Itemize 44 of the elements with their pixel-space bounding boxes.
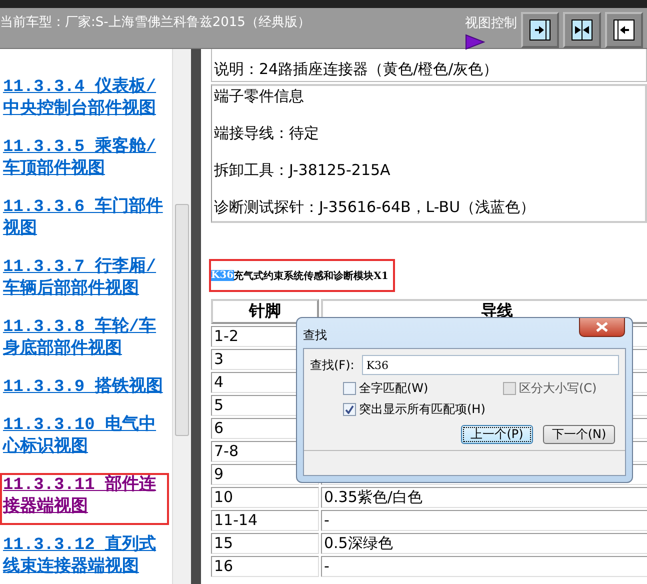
sidebar-link[interactable]: 11.3.3.7 行李厢/车辆后部部件视图 <box>0 255 169 307</box>
sidebar-link[interactable]: 11.3.3.11 部件连接器端视图 <box>0 473 169 525</box>
triangle-icon <box>465 34 485 50</box>
sidebar-link[interactable]: 11.3.3.4 仪表板/中央控制台部件视图 <box>0 75 169 127</box>
option-checkbox[interactable]: 突出显示所有匹配项(H) <box>343 401 503 418</box>
view-control-label: 视图控制 <box>465 15 517 32</box>
sidebar-link[interactable]: 11.3.3.9 搭铁视图 <box>0 375 169 405</box>
sidebar-link[interactable]: 11.3.3.5 乘客舱/车顶部件视图 <box>0 135 169 187</box>
sidebar-link[interactable]: 11.3.3.8 车轮/车身底部部件视图 <box>0 315 169 367</box>
option-checkbox[interactable]: 全字匹配(W) <box>343 380 503 397</box>
sidebar-link[interactable]: 11.3.3.12 直列式线束连接器端视图 <box>0 533 169 584</box>
arrow-right-icon <box>529 19 551 41</box>
arrow-left-icon <box>613 19 635 41</box>
sidebar-link[interactable]: 11.3.3.6 车门部件视图 <box>0 195 169 247</box>
check-icon <box>345 405 354 414</box>
view-toggle-button[interactable] <box>521 12 559 48</box>
view-toggle-button[interactable] <box>563 12 601 48</box>
find-input[interactable]: K36 <box>362 355 619 375</box>
info-line: 拆卸工具：J-38125-215A <box>214 160 392 180</box>
view-toggle-button[interactable] <box>605 12 643 48</box>
info-line: 诊断测试探针：J-35616-64B，L-BU（浅蓝色） <box>214 197 536 217</box>
table-cell: 15 <box>211 533 319 554</box>
close-icon <box>596 322 608 332</box>
info-line: 端接导线：待定 <box>214 123 320 143</box>
table-cell: 10 <box>211 487 319 508</box>
info-line: 端子零件信息 <box>214 86 305 106</box>
table-cell: 0.35紫色/白色 <box>321 487 647 508</box>
description-text: 说明：24路插座连接器（黄色/橙色/灰色） <box>214 59 500 79</box>
dialog-button[interactable]: 上一个(P) <box>461 425 533 444</box>
dialog-button[interactable]: 下一个(N) <box>543 425 615 444</box>
table-cell: - <box>321 510 647 531</box>
close-button[interactable] <box>579 318 625 337</box>
vehicle-title: 当前车型：厂家:S-上海雪佛兰科鲁兹2015（经典版） <box>0 14 310 31</box>
scrollbar[interactable] <box>172 49 191 584</box>
table-cell: 16 <box>211 556 319 577</box>
sidebar-link[interactable]: 11.3.3.10 电气中心标识视图 <box>0 413 169 465</box>
arrows-inward-icon <box>571 19 593 41</box>
search-match: K36 <box>211 270 234 281</box>
table-cell: 0.5深绿色 <box>321 533 647 554</box>
scrollbar-thumb[interactable] <box>175 204 189 436</box>
checkbox[interactable] <box>343 403 356 416</box>
table-cell: - <box>321 556 647 577</box>
table-cell: 11-14 <box>211 510 319 531</box>
checkbox[interactable] <box>343 382 356 395</box>
